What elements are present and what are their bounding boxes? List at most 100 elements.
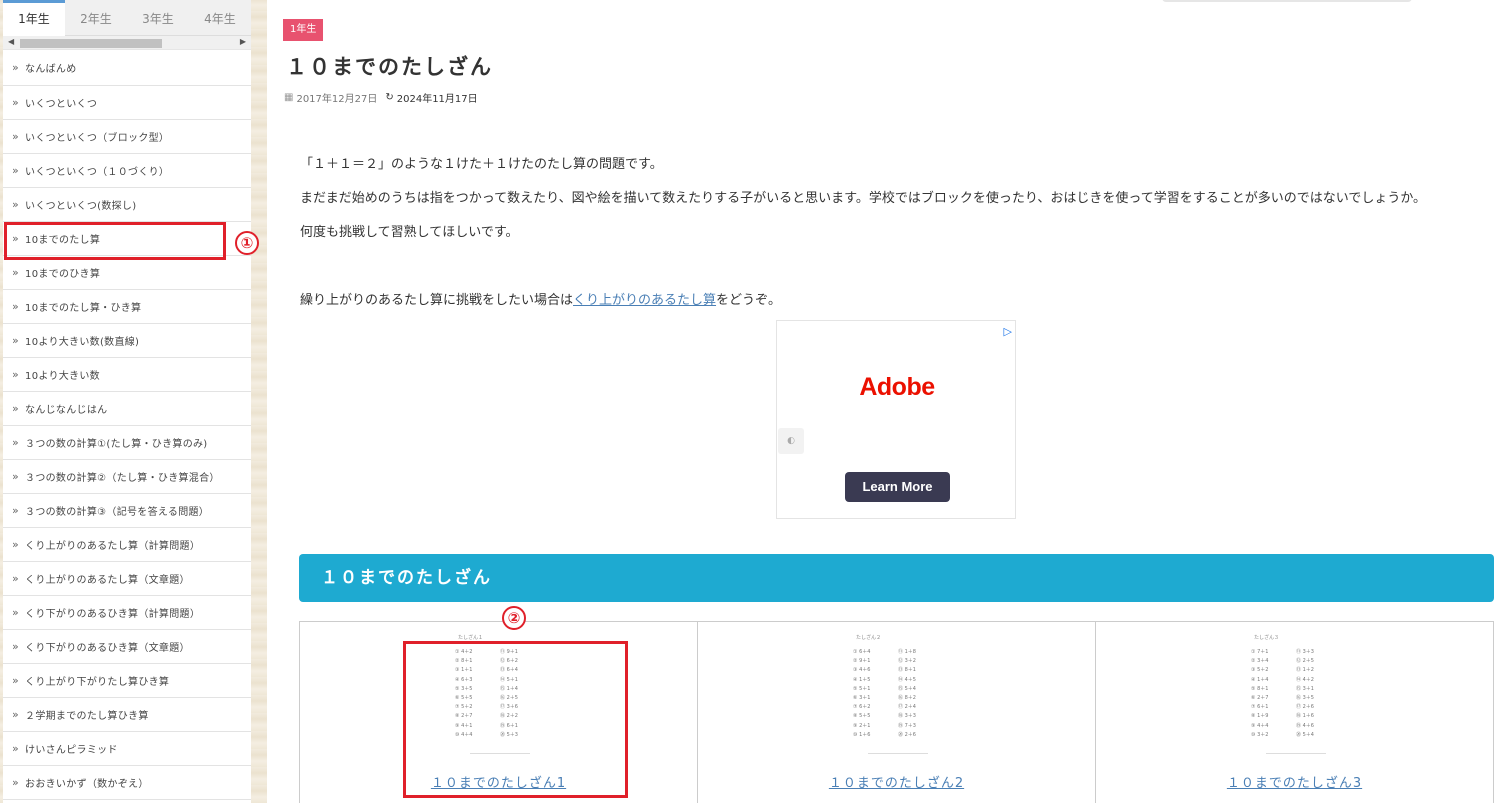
intro-paragraph-2: まだまだ始めのうちは指をつかって数えたり、図や絵を描いて数えたりする子がいると思… [300, 191, 1427, 206]
sidebar-item[interactable]: » くり上がりのあるたし算（計算問題） [3, 528, 251, 562]
chevron-right-icon: » [12, 266, 20, 279]
chevron-right-icon: » [12, 402, 20, 415]
problem: ⑪ 3＋3 [1296, 649, 1314, 655]
problem: ⑲ 7＋3 [898, 722, 916, 729]
problem: ⑱ 1＋6 [1296, 713, 1314, 720]
problem: ⑮ 3＋1 [1296, 685, 1314, 692]
refresh-icon: ↻ [385, 92, 394, 103]
sidebar-item[interactable]: » 10より大きい数 [3, 358, 251, 392]
sidebar-item[interactable]: » 10より大きい数(数直線) [3, 324, 251, 358]
problem: ⑤ 8＋1 [1251, 685, 1269, 692]
sidebar-item[interactable]: » くり下がりのあるひき算（計算問題） [3, 596, 251, 630]
tabs-scrollbar[interactable]: ◀ ▶ [3, 36, 251, 50]
sidebar-item-label: くり上がり下がりたし算ひき算 [25, 677, 170, 688]
sidebar-item-label: ３つの数の計算②（たし算・ひき算混合） [25, 473, 220, 484]
chevron-right-icon: » [12, 640, 20, 653]
sidebar-item[interactable]: » くり下がりのあるひき算（文章題） [3, 630, 251, 664]
chevron-right-icon: » [12, 436, 20, 449]
problem: ⑫ 2＋5 [1296, 658, 1314, 665]
sidebar-item[interactable]: » 10までのたし算・ひき算 [3, 290, 251, 324]
problem: ⑯ 3＋5 [1296, 695, 1314, 702]
ad-logo[interactable]: Adobe [777, 373, 1017, 402]
problem: ⑧ 5＋5 [853, 713, 871, 720]
sidebar-item[interactable]: » ２学期までのたし算ひき算 [3, 698, 251, 732]
chevron-right-icon: » [12, 674, 20, 687]
sidebar-item[interactable]: » ３つの数の計算①(たし算・ひき算のみ) [3, 426, 251, 460]
chevron-right-icon: » [12, 742, 20, 755]
sidebar-item[interactable]: » おおきいかず（数かぞえ） [3, 766, 251, 800]
problem: ⑳ 5＋4 [1296, 731, 1314, 738]
grade-tabs: 1年生 2年生 3年生 4年生 [3, 0, 251, 36]
problem: ⑦ 6＋2 [853, 704, 871, 711]
problem: ⑥ 2＋7 [1251, 695, 1269, 702]
problem: ① 7＋1 [1251, 649, 1269, 655]
link-paragraph-after: をどうぞ。 [716, 293, 782, 308]
worksheet-thumbnail[interactable]: たしざん３ ① 7＋1 ② 3＋4 ③ 5＋2 ④ 1＋4 ⑤ 8＋1 ⑥ 2＋7 ⑦ 6＋1… [1251, 634, 1341, 754]
worksheet-title: たしざん１ [458, 635, 484, 641]
chevron-right-icon: » [12, 300, 20, 313]
sidebar-item-label: くり上がりのあるたし算（文章題） [25, 575, 190, 586]
sidebar-item[interactable]: » ３つの数の計算③（記号を答える問題） [3, 494, 251, 528]
problem: ⑨ 4＋4 [1251, 722, 1269, 729]
problem: ⑤ 5＋1 [853, 685, 871, 692]
chevron-right-icon: » [12, 538, 20, 551]
calendar-icon: ▦ [284, 92, 294, 103]
sidebar-item-label: ３つの数の計算①(たし算・ひき算のみ) [25, 439, 208, 450]
sidebar: 1年生 2年生 3年生 4年生 ◀ ▶ » なんばんめ » いくつといくつ » いくつとい… [3, 0, 251, 803]
worksheet-title: たしざん２ [856, 635, 882, 641]
sidebar-item-label: ２学期までのたし算ひき算 [25, 711, 149, 722]
sidebar-item[interactable]: » 10までのひき算 [3, 256, 251, 290]
sidebar-list: » なんばんめ » いくつといくつ » いくつといくつ（ブロック型） » いくつといくつ（１０… [3, 50, 251, 800]
sidebar-item[interactable]: » いくつといくつ（１０づくり） [3, 154, 251, 188]
problem: ⑯ 8＋2 [898, 695, 916, 702]
ad-side-icon[interactable]: ◐ [778, 428, 804, 454]
tab-grade-1[interactable]: 1年生 [3, 0, 65, 36]
sidebar-item[interactable]: » ３つの数の計算②（たし算・ひき算混合） [3, 460, 251, 494]
link-paragraph: 繰り上がりのあるたし算に挑戦をしたい場合はくり上がりのあるたし算をどうぞ。 [300, 289, 781, 308]
problem: ⑥ 3＋1 [853, 695, 871, 702]
chevron-right-icon: » [12, 198, 20, 211]
worksheet-link[interactable]: １０までのたしざん3 [1096, 772, 1493, 791]
problem: ④ 1＋5 [853, 676, 871, 683]
worksheet-link[interactable]: １０までのたしざん2 [698, 772, 1095, 791]
sidebar-item-label: いくつといくつ（１０づくり） [25, 167, 170, 178]
category-badge[interactable]: 1年生 [283, 19, 324, 41]
chevron-right-icon: » [12, 96, 20, 109]
problem: ④ 1＋4 [1251, 676, 1269, 683]
chevron-right-icon: » [12, 504, 20, 517]
problem: ③ 5＋2 [1251, 667, 1269, 674]
problem: ⑬ 1＋2 [1296, 667, 1314, 674]
sidebar-item[interactable]: » くり上がり下がりたし算ひき算 [3, 664, 251, 698]
problem: ⑮ 5＋4 [898, 685, 916, 692]
scroll-left-arrow-icon[interactable]: ◀ [8, 37, 14, 46]
tab-grade-3[interactable]: 3年生 [127, 0, 189, 36]
top-search-hint [1162, 0, 1412, 2]
worksheet-title: たしざん３ [1254, 635, 1280, 641]
sidebar-item-label: いくつといくつ（ブロック型） [25, 133, 170, 144]
sidebar-item-label: くり下がりのあるひき算（計算問題） [25, 609, 201, 620]
problem: ⑭ 4＋2 [1296, 676, 1314, 683]
sidebar-item[interactable]: » いくつといくつ [3, 86, 251, 120]
problem: ⑦ 6＋1 [1251, 704, 1269, 711]
worksheet-thumbnail[interactable]: たしざん２ ① 6＋4 ② 9＋1 ③ 4＋6 ④ 1＋5 ⑤ 5＋1 ⑥ 3＋1 ⑦ 6＋2… [853, 634, 943, 754]
advertisement[interactable]: ▷ Adobe ◐ Learn More [776, 320, 1016, 519]
chevron-right-icon: » [12, 708, 20, 721]
carry-addition-link[interactable]: くり上がりのあるたし算 [573, 293, 716, 308]
annotation-box-1 [4, 222, 226, 260]
annotation-number-2: ② [502, 606, 526, 630]
problem: ⑧ 1＋9 [1251, 713, 1269, 720]
adchoices-icon[interactable]: ▷ [1004, 325, 1012, 338]
sidebar-item[interactable]: » なんばんめ [3, 50, 251, 86]
tab-grade-4[interactable]: 4年生 [189, 0, 251, 36]
chevron-right-icon: » [12, 164, 20, 177]
sidebar-item[interactable]: » なんじなんじはん [3, 392, 251, 426]
sidebar-item[interactable]: » くり上がりのあるたし算（文章題） [3, 562, 251, 596]
learn-more-button[interactable]: Learn More [845, 472, 950, 502]
sidebar-item[interactable]: » いくつといくつ（ブロック型） [3, 120, 251, 154]
scrollbar-thumb[interactable] [20, 39, 162, 48]
tab-grade-2[interactable]: 2年生 [65, 0, 127, 36]
scroll-right-arrow-icon[interactable]: ▶ [240, 37, 246, 46]
sidebar-item[interactable]: » けいさんピラミッド [3, 732, 251, 766]
problem: ⑪ 1＋8 [898, 649, 916, 655]
sidebar-item[interactable]: » いくつといくつ(数探し) [3, 188, 251, 222]
